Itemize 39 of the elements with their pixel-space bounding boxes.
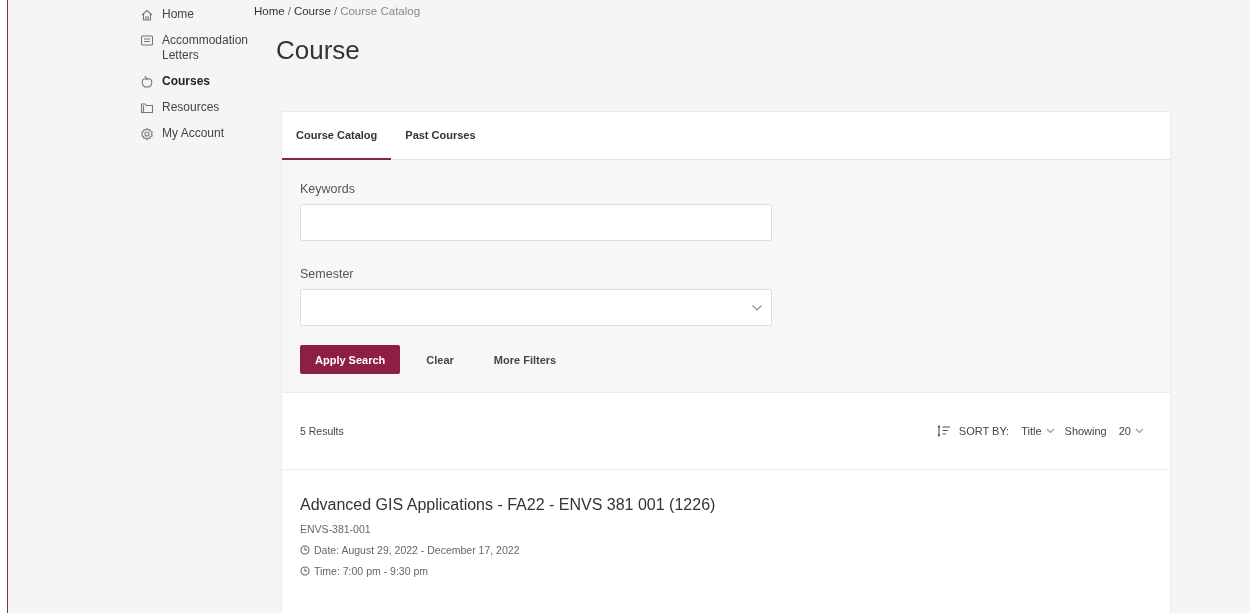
link-button[interactable]: More Filters [479,345,571,374]
settings-icon [140,127,154,141]
chevron-down-icon [1135,428,1144,434]
results-count: 5 Results [300,425,344,437]
sort-dropdown[interactable]: Title [1019,425,1057,437]
sort-icon [936,425,951,437]
chevron-down-icon [1045,428,1055,434]
apply-search-button[interactable]: Apply Search [300,345,401,374]
breadcrumb-separator: / [287,5,291,17]
course-code: ENVS-381-001 [300,523,372,535]
keywords-field[interactable] [300,204,772,241]
course-detail: Date: August 29, 2022 - December 17, 2022 [314,544,520,556]
home-icon [140,8,154,22]
folder-icon [140,101,154,115]
clock-icon [300,545,310,555]
tab[interactable]: Past Courses [391,112,490,160]
semester-dropdown[interactable] [300,289,772,326]
sidebar-item[interactable]: Resources [140,100,254,126]
field-label: Semester [300,267,355,281]
sidebar-item[interactable]: Courses [140,74,254,100]
apple-icon [140,75,154,89]
breadcrumb-current: Course Catalog [340,5,421,17]
clock-icon [300,566,310,576]
message-icon [140,34,154,48]
sort-label: SORT BY: [958,425,1010,437]
field-label: Keywords [300,182,356,196]
sidebar-item[interactable]: Accommodation Letters [140,33,254,74]
breadcrumb-separator: / [333,5,338,17]
breadcrumb-link[interactable]: Course [293,5,331,17]
breadcrumb-link[interactable]: Home [254,5,285,17]
sidebar-item[interactable]: My Account [140,126,254,152]
link-button[interactable]: Clear [412,345,468,374]
page-size-dropdown[interactable]: 20 [1116,425,1146,437]
course-title[interactable]: Advanced GIS Applications - FA22 - ENVS 381 001 (1226) [300,496,1152,514]
chevron-down-icon [751,303,763,312]
sidebar-item[interactable]: Home [140,7,254,33]
showing-label: Showing [1064,425,1107,437]
page-title: Course [276,35,361,65]
course-detail: Time: 7:00 pm - 9:30 pm [314,565,428,577]
